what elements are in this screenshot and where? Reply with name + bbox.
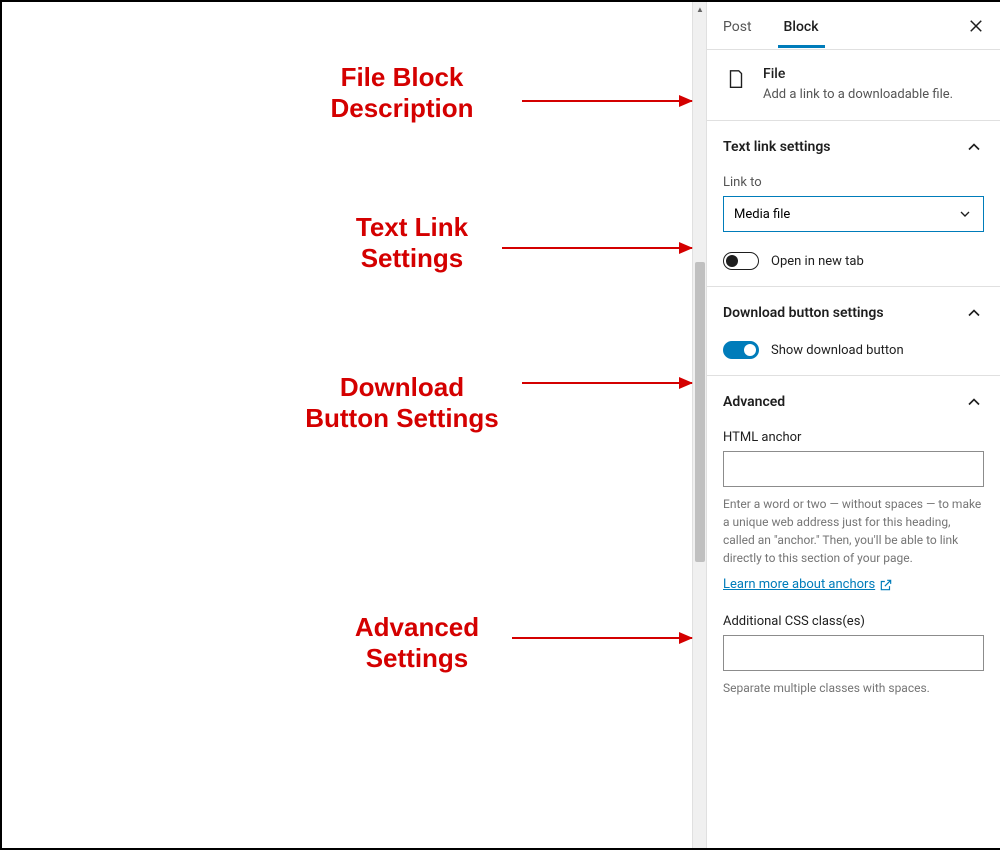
external-link-icon (879, 578, 893, 592)
open-new-tab-toggle[interactable] (723, 252, 759, 270)
panel-download-button-settings: Download button settings Show download b… (707, 287, 1000, 376)
scroll-up-icon[interactable]: ▲ (693, 2, 707, 16)
link-to-label: Link to (723, 175, 984, 190)
html-anchor-label: HTML anchor (723, 430, 984, 445)
panel-header-advanced[interactable]: Advanced (723, 392, 984, 412)
vertical-scrollbar[interactable]: ▲ (692, 2, 706, 848)
close-sidebar-button[interactable] (958, 8, 994, 44)
chevron-up-icon (964, 137, 984, 157)
settings-sidebar: Post Block File Add a link to a download… (706, 2, 1000, 848)
tab-block[interactable]: Block (768, 5, 835, 47)
scrollbar-thumb[interactable] (695, 262, 705, 562)
html-anchor-input[interactable] (723, 451, 984, 487)
close-icon (967, 17, 985, 35)
chevron-up-icon (964, 303, 984, 323)
css-classes-help: Separate multiple classes with spaces. (723, 679, 984, 697)
panel-advanced: Advanced HTML anchor Enter a word or two… (707, 376, 1000, 713)
annotation-arrow (502, 247, 692, 249)
show-download-button-toggle[interactable] (723, 341, 759, 359)
annotation-download-button: DownloadButton Settings (292, 372, 512, 434)
panel-text-link-settings: Text link settings Link to Media file Op… (707, 121, 1000, 287)
panel-title-text-link: Text link settings (723, 139, 830, 155)
css-classes-label: Additional CSS class(es) (723, 614, 984, 629)
panel-header-download[interactable]: Download button settings (723, 303, 984, 323)
panel-header-text-link[interactable]: Text link settings (723, 137, 984, 157)
annotation-arrow (512, 637, 692, 639)
learn-more-label: Learn more about anchors (723, 577, 875, 592)
panel-title-download: Download button settings (723, 305, 884, 321)
annotation-advanced: AdvancedSettings (332, 612, 502, 674)
chevron-down-icon (957, 206, 973, 222)
file-icon (723, 66, 749, 92)
panel-title-advanced: Advanced (723, 394, 785, 410)
sidebar-tabs: Post Block (707, 2, 1000, 50)
chevron-up-icon (964, 392, 984, 412)
open-new-tab-label: Open in new tab (771, 254, 864, 269)
html-anchor-help: Enter a word or two — without spaces — t… (723, 495, 984, 567)
show-download-button-label: Show download button (771, 343, 904, 358)
link-to-value: Media file (734, 207, 790, 222)
annotation-text-link: Text LinkSettings (332, 212, 492, 274)
block-description: File Add a link to a downloadable file. (707, 50, 1000, 121)
block-subtitle: Add a link to a downloadable file. (763, 86, 953, 104)
learn-more-anchors-link[interactable]: Learn more about anchors (723, 577, 893, 592)
annotation-arrow (522, 100, 692, 102)
css-classes-input[interactable] (723, 635, 984, 671)
block-title: File (763, 66, 953, 82)
annotation-file-block-desc: File BlockDescription (292, 62, 512, 124)
annotation-arrow (522, 382, 692, 384)
link-to-select[interactable]: Media file (723, 196, 984, 232)
tab-post[interactable]: Post (707, 5, 768, 47)
